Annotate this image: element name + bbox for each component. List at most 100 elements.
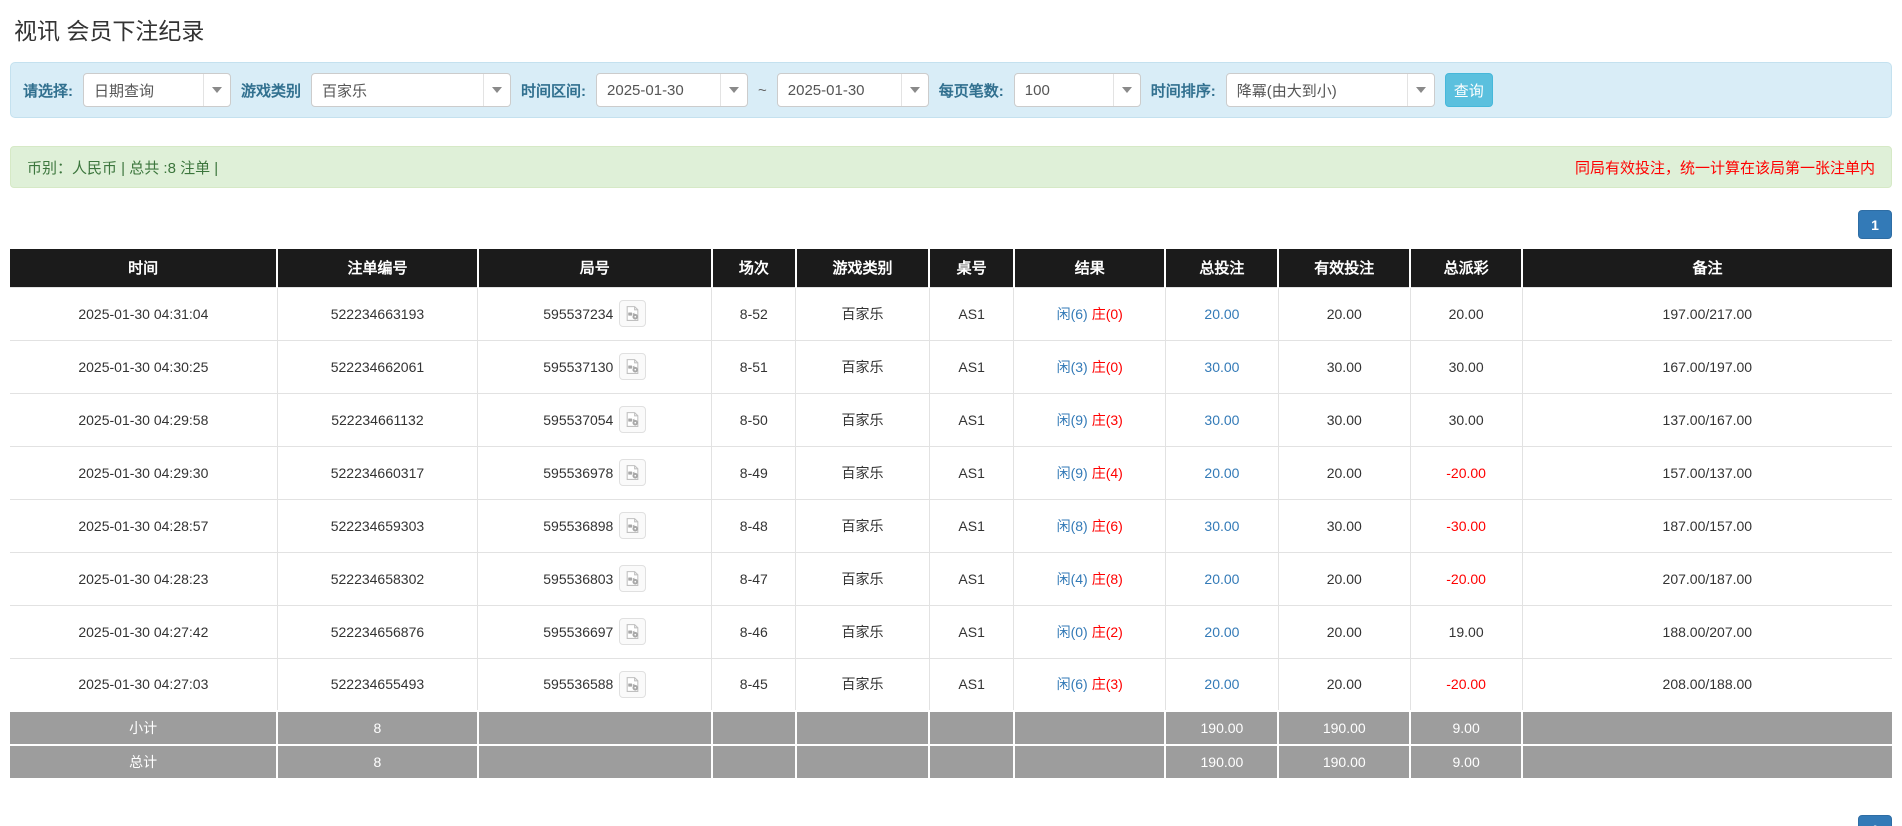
- chevron-down-icon: [1406, 74, 1434, 106]
- cell-round-id: 595536803: [477, 551, 713, 606]
- cell-game-type: 百家乐: [795, 657, 930, 712]
- select-label: 请选择:: [23, 82, 73, 100]
- result-player: 闲(6): [1056, 305, 1088, 322]
- summary-empty: [476, 744, 713, 780]
- chevron-down-icon: [900, 74, 928, 106]
- page-size-select[interactable]: 100: [1013, 73, 1141, 107]
- query-button[interactable]: 查询: [1444, 73, 1493, 107]
- summary-empty: [794, 744, 931, 780]
- result-banker: 庄(0): [1091, 358, 1123, 375]
- chevron-down-icon: [203, 74, 230, 106]
- page-1-button[interactable]: 1: [1858, 210, 1892, 239]
- cell-remark: 167.00/197.00: [1521, 339, 1892, 394]
- bet-records-table: 时间 注单编号 局号 场次 游戏类别 桌号 结果 总投注 有效投注 总派彩 备注…: [10, 249, 1892, 780]
- round-id-text: 595537054: [543, 411, 614, 428]
- query-type-select[interactable]: 日期查询: [83, 73, 231, 107]
- cell-session: 8-52: [711, 286, 797, 341]
- cell-valid-bet: 20.00: [1277, 551, 1411, 606]
- cell-bet-id: 522234662061: [276, 339, 479, 394]
- cell-session: 8-46: [711, 604, 797, 659]
- video-replay-button[interactable]: [619, 618, 647, 645]
- cell-bet-id: 522234659303: [276, 498, 479, 553]
- cell-valid-bet: 20.00: [1277, 657, 1411, 712]
- cell-game-type: 百家乐: [795, 604, 930, 659]
- round-id-text: 595537130: [543, 358, 614, 375]
- total-bet-link[interactable]: 20.00: [1204, 465, 1239, 481]
- cell-payout: -20.00: [1409, 445, 1523, 500]
- video-replay-button[interactable]: [619, 459, 647, 486]
- date-from-select[interactable]: 2025-01-30: [596, 73, 749, 107]
- table-row: 2025-01-30 04:30:25 522234662061 5955371…: [10, 339, 1892, 394]
- result-player: 闲(9): [1056, 411, 1088, 428]
- header-game-type: 游戏类别: [795, 249, 931, 287]
- cell-remark: 208.00/188.00: [1521, 657, 1892, 712]
- page-1-button-bottom[interactable]: 1: [1858, 815, 1892, 826]
- result-banker: 庄(3): [1091, 411, 1123, 428]
- cell-total-bet: 20.00: [1164, 286, 1279, 341]
- cell-valid-bet: 30.00: [1277, 392, 1411, 447]
- result-banker: 庄(2): [1091, 623, 1123, 640]
- cell-time: 2025-01-30 04:27:42: [10, 604, 278, 659]
- cell-session: 8-50: [711, 392, 797, 447]
- cell-round-id: 595537234: [477, 286, 713, 341]
- cell-table-no: AS1: [928, 604, 1015, 659]
- round-id-text: 595536803: [543, 570, 614, 587]
- total-bet-link[interactable]: 20.00: [1204, 676, 1239, 692]
- cell-remark: 197.00/217.00: [1521, 286, 1892, 341]
- cell-remark: 137.00/167.00: [1521, 392, 1892, 447]
- sort-select[interactable]: 降冪(由大到小): [1225, 73, 1435, 107]
- video-icon: [627, 359, 639, 374]
- total-bet-link[interactable]: 30.00: [1204, 359, 1239, 375]
- video-icon: [627, 465, 639, 480]
- date-to-select[interactable]: 2025-01-30: [776, 73, 929, 107]
- valid-bet-notice-text: 同局有效投注，统一计算在该局第一张注单内: [1574, 159, 1875, 177]
- result-player: 闲(0): [1056, 623, 1088, 640]
- cell-time: 2025-01-30 04:28:23: [10, 551, 278, 606]
- chevron-down-icon: [1112, 74, 1140, 106]
- round-id-text: 595536697: [543, 623, 614, 640]
- total-bet-link[interactable]: 20.00: [1204, 624, 1239, 640]
- cell-round-id: 595536588: [477, 657, 713, 712]
- header-round-id: 局号: [477, 249, 713, 287]
- cell-result: 闲(9) 庄(3): [1013, 392, 1166, 447]
- video-icon: [627, 676, 639, 692]
- summary-total-bet: 190.00: [1164, 710, 1280, 746]
- cell-game-type: 百家乐: [795, 392, 930, 447]
- video-icon: [627, 412, 639, 427]
- page-size-value: 100: [1024, 81, 1050, 99]
- video-replay-button[interactable]: [619, 300, 647, 327]
- total-bet-link[interactable]: 20.00: [1204, 306, 1239, 322]
- total-bet-link[interactable]: 30.00: [1204, 518, 1239, 534]
- cell-valid-bet: 20.00: [1277, 604, 1411, 659]
- table-header-row: 时间 注单编号 局号 场次 游戏类别 桌号 结果 总投注 有效投注 总派彩 备注: [10, 249, 1892, 287]
- pagination-top: 1: [10, 210, 1892, 239]
- chevron-down-icon: [720, 74, 747, 106]
- header-valid-bet: 有效投注: [1278, 249, 1412, 287]
- table-row: 2025-01-30 04:27:42 522234656876 5955366…: [10, 604, 1892, 659]
- page-size-label: 每页笔数:: [938, 82, 1004, 100]
- summary-valid-bet: 190.00: [1277, 744, 1412, 780]
- video-replay-button[interactable]: [619, 512, 647, 539]
- game-type-select[interactable]: 百家乐: [311, 73, 512, 107]
- video-replay-button[interactable]: [619, 670, 647, 698]
- table-row: 2025-01-30 04:29:30 522234660317 5955369…: [10, 445, 1892, 500]
- cell-valid-bet: 30.00: [1277, 339, 1411, 394]
- cell-total-bet: 20.00: [1164, 604, 1279, 659]
- cell-table-no: AS1: [928, 445, 1015, 500]
- video-replay-button[interactable]: [619, 565, 647, 592]
- cell-round-id: 595536697: [477, 604, 713, 659]
- total-bet-link[interactable]: 20.00: [1204, 571, 1239, 587]
- cell-session: 8-51: [711, 339, 797, 394]
- cell-time: 2025-01-30 04:28:57: [10, 498, 278, 553]
- cell-remark: 188.00/207.00: [1521, 604, 1892, 659]
- total-bet-link[interactable]: 30.00: [1204, 412, 1239, 428]
- video-replay-button[interactable]: [619, 353, 647, 380]
- video-replay-button[interactable]: [619, 406, 647, 433]
- cell-result: 闲(6) 庄(0): [1013, 286, 1166, 341]
- cell-bet-id: 522234655493: [276, 657, 479, 712]
- header-table-no: 桌号: [929, 249, 1015, 287]
- summary-empty: [1521, 710, 1892, 746]
- table-row: 2025-01-30 04:28:57 522234659303 5955368…: [10, 498, 1892, 553]
- cell-valid-bet: 20.00: [1277, 445, 1411, 500]
- cell-round-id: 595537130: [477, 339, 713, 394]
